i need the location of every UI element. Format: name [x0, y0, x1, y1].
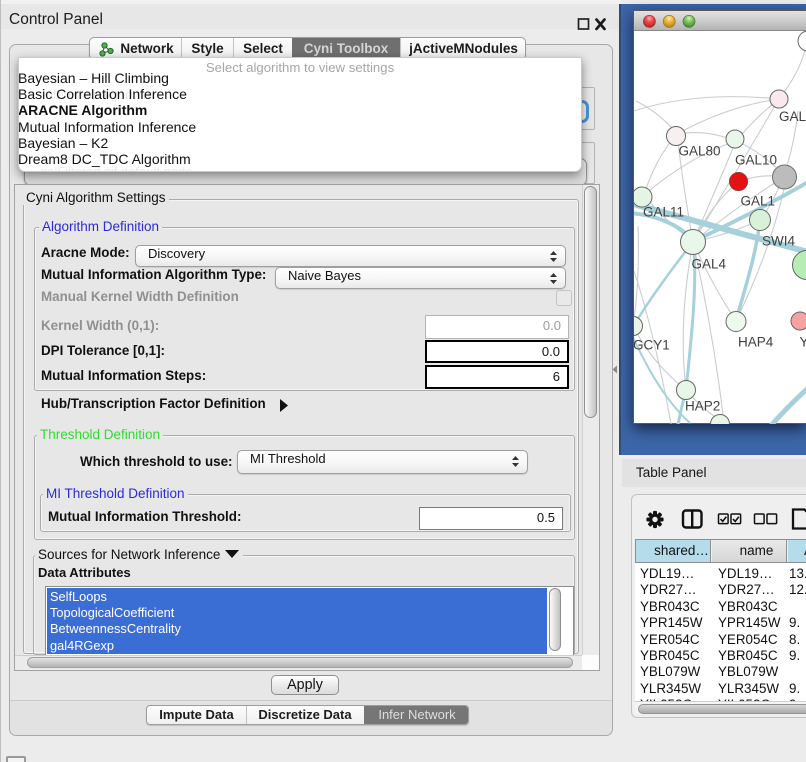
- svg-text:HAP2: HAP2: [685, 399, 720, 414]
- svg-text:GAL11: GAL11: [643, 205, 684, 220]
- svg-text:HAP4: HAP4: [738, 335, 774, 350]
- svg-text:GAL7: GAL7: [779, 109, 806, 124]
- svg-text:SWI4: SWI4: [762, 234, 795, 249]
- svg-text:GAL1: GAL1: [741, 194, 776, 209]
- svg-text:GAL4: GAL4: [692, 257, 727, 272]
- svg-text:GAL80: GAL80: [679, 144, 721, 159]
- svg-text:GCY1: GCY1: [634, 338, 670, 353]
- svg-text:GAL10: GAL10: [735, 153, 777, 168]
- svg-text:YE: YE: [800, 335, 806, 350]
